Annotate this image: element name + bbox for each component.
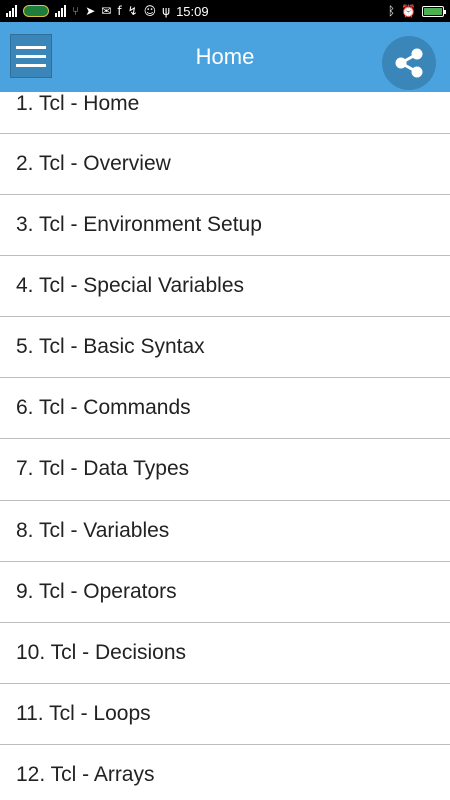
- hamburger-menu-icon-bar: [16, 54, 46, 58]
- carrier-logo-icon: [23, 5, 49, 17]
- share-icon: [395, 48, 423, 78]
- list-item-tcl-variables[interactable]: 8. Tcl - Variables: [0, 501, 450, 562]
- share-button[interactable]: [382, 36, 436, 90]
- signal-strength-icon: [6, 5, 17, 17]
- status-bar-left: ⑂ ➤ ✉ f ↯ ☺ ψ 15:09: [6, 4, 209, 19]
- alarm-icon: ⏰: [401, 4, 416, 18]
- status-bar: ⑂ ➤ ✉ f ↯ ☺ ψ 15:09 ᛒ ⏰: [0, 0, 450, 22]
- list-item-label: 1. Tcl - Home: [16, 92, 140, 115]
- list-item-label: 3. Tcl - Environment Setup: [16, 212, 262, 236]
- mail-icon: ✉: [101, 4, 112, 18]
- android-icon: ☺: [143, 4, 157, 18]
- list-item-tcl-commands[interactable]: 6. Tcl - Commands: [0, 378, 450, 440]
- list-item-tcl-environment-setup[interactable]: 3. Tcl - Environment Setup: [0, 195, 450, 256]
- hamburger-menu-icon-bar: [16, 45, 46, 49]
- facebook-icon: f: [117, 4, 122, 18]
- list-item-label: 4. Tcl - Special Variables: [16, 273, 244, 297]
- list-item-label: 2. Tcl - Overview: [16, 151, 171, 175]
- battery-level-fill: [424, 7, 442, 15]
- list-item-tcl-operators[interactable]: 9. Tcl - Operators: [0, 562, 450, 623]
- list-item-label: 12. Tcl - Arrays: [16, 763, 155, 787]
- network-share-icon: ⑂: [72, 4, 80, 18]
- bluetooth-icon: ᛒ: [387, 4, 396, 18]
- hamburger-menu-icon-bar: [16, 63, 46, 67]
- list-item-label: 5. Tcl - Basic Syntax: [16, 335, 205, 359]
- download-notification-icon: ↯: [127, 4, 138, 18]
- app-bar: Home: [0, 22, 450, 92]
- list-item-tcl-special-variables[interactable]: 4. Tcl - Special Variables: [0, 256, 450, 318]
- app-screen: ⑂ ➤ ✉ f ↯ ☺ ψ 15:09 ᛒ ⏰ Home 1. Tcl - Ho…: [0, 0, 450, 800]
- list-item-label: 10. Tcl - Decisions: [16, 641, 187, 664]
- list-item-label: 7. Tcl - Data Types: [16, 457, 190, 481]
- battery-icon: [422, 5, 446, 17]
- list-item-tcl-overview[interactable]: 2. Tcl - Overview: [0, 134, 450, 195]
- signal-strength-2-icon: [55, 5, 66, 17]
- menu-button[interactable]: [10, 34, 52, 78]
- list-item-label: 6. Tcl - Commands: [16, 396, 191, 420]
- list-item-tcl-arrays[interactable]: 12. Tcl - Arrays: [0, 745, 450, 800]
- list-item-label: 8. Tcl - Variables: [16, 518, 170, 542]
- list-item-tcl-decisions[interactable]: 10. Tcl - Decisions: [0, 623, 450, 685]
- topic-list: 1. Tcl - Home 2. Tcl - Overview 3. Tcl -…: [0, 92, 450, 800]
- list-item-label: 11. Tcl - Loops: [16, 702, 151, 726]
- send-notification-icon: ➤: [85, 4, 96, 18]
- list-item-tcl-loops[interactable]: 11. Tcl - Loops: [0, 684, 450, 746]
- usb-icon: ψ: [162, 4, 171, 18]
- list-item-tcl-basic-syntax[interactable]: 5. Tcl - Basic Syntax: [0, 317, 450, 379]
- status-bar-right: ᛒ ⏰: [387, 4, 446, 18]
- list-item-tcl-home[interactable]: 1. Tcl - Home: [0, 92, 450, 134]
- list-item-label: 9. Tcl - Operators: [16, 579, 177, 603]
- list-item-tcl-data-types[interactable]: 7. Tcl - Data Types: [0, 439, 450, 501]
- status-time: 15:09: [176, 3, 209, 19]
